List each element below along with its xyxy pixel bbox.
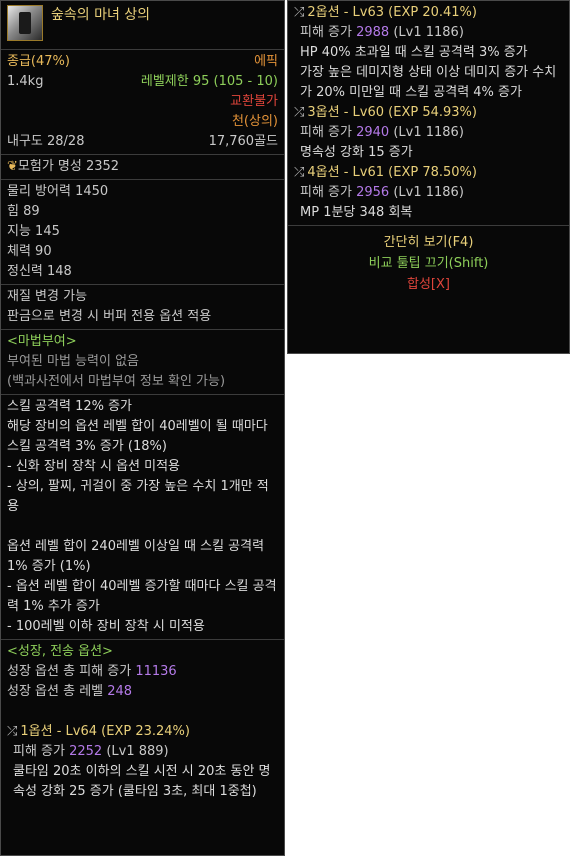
item-weight: 1.4kg [7,74,44,89]
shuffle-icon[interactable]: ⤮ [294,165,304,180]
option-line: - 상의, 팔찌, 귀걸이 중 가장 높은 수치 1개만 적용 [7,479,269,514]
growth-option-1: ⤮ 1옵션 - Lv64 (EXP 23.24%) 피해 증가 2252 (Lv1… [7,722,278,802]
compare-tooltip-toggle[interactable]: 비교 툴팁 끄기(Shift) [294,253,563,274]
item-tooltip: 숲속의 마녀 상의 종급(47%) 에픽 1.4kg 레벨제한 95 (105 … [0,0,285,856]
material-change-line: 재질 변경 가능 [7,289,88,304]
brief-view-button[interactable]: 간단히 보기(F4) [294,232,563,253]
item-price: 17,760골드 [208,134,278,149]
synthesize-button[interactable]: 합성[X] [294,274,563,295]
growth-option-3: ⤮ 3옵션 - Lv60 (EXP 54.93%) 피해 증가 2940 (Lv1… [294,103,563,163]
item-header: 숲속의 마녀 상의 [1,1,284,50]
growth-total-level-value: 248 [107,684,133,699]
growth-option-damage-label: 피해 증가 [300,25,357,40]
stat-strength: 힘 89 [7,204,40,219]
growth-option-damage-label: 피해 증가 [300,125,357,140]
shuffle-icon[interactable]: ⤮ [294,5,304,20]
item-durability: 내구도 28/28 [7,134,85,149]
growth-option-title: 1옵션 - Lv64 (EXP 23.24%) [20,724,190,739]
growth-option-4: ⤮ 4옵션 - Lv61 (EXP 78.50%) 피해 증가 2956 (Lv1… [288,163,569,226]
growth-spacer [7,702,278,722]
growth-option-desc: 명속성 강화 15 증가 [300,145,413,160]
item-tooltip-continued: ⤮ 2옵션 - Lv63 (EXP 20.41%) 피해 증가 2988 (Lv1… [287,0,570,354]
adventurer-fame: ❦모험가 명성 2352 [1,155,284,180]
growth-option-2: ⤮ 2옵션 - Lv63 (EXP 20.41%) 피해 증가 2988 (Lv1… [294,3,563,103]
item-grade: 종급(47%) [7,54,70,69]
growth-total-damage-value: 11136 [135,664,177,679]
stat-intelligence: 지능 145 [7,224,60,239]
growth-option-desc: HP 40% 초과일 때 스킬 공격력 3% 증가 [300,45,528,60]
growth-total-level-label: 성장 옵션 총 레벨 [7,684,108,699]
growth-option-damage-base: (Lv1 1186) [389,125,464,140]
shuffle-icon[interactable]: ⤮ [7,724,17,739]
item-rarity: 에픽 [254,54,278,69]
item-trade-status: 교환불가 [230,94,278,109]
item-name: 숲속의 마녀 상의 [51,7,151,23]
growth-options-continued: ⤮ 2옵션 - Lv63 (EXP 20.41%) 피해 증가 2988 (Lv1… [288,1,569,228]
growth-option-damage-base: (Lv1 1186) [389,25,464,40]
stat-vitality: 체력 90 [7,244,52,259]
option-line: 옵션 레벨 합이 240레벨 이상일 때 스킬 공격력 1% 증가 (1%) [7,539,265,574]
stat-defense: 물리 방어력 1450 [7,184,109,199]
enchant-header: <마법부여> [7,334,77,349]
growth-total-damage-label: 성장 옵션 총 피해 증가 [7,664,136,679]
fame-value: 모험가 명성 2352 [17,159,120,174]
item-basic-info: 종급(47%) 에픽 1.4kg 레벨제한 95 (105 - 10) 교환불가… [1,50,284,155]
growth-section: <성장, 전송 옵션> 성장 옵션 총 피해 증가 11136 성장 옵션 총 … [1,640,284,804]
growth-option-damage-value: 2252 [69,744,103,759]
growth-option-title: 2옵션 - Lv63 (EXP 20.41%) [307,5,477,20]
growth-option-damage-label: 피해 증가 [300,185,357,200]
tooltip-footer: 간단히 보기(F4) 비교 툴팁 끄기(Shift) 합성[X] [288,228,569,299]
option-section: 스킬 공격력 12% 증가 해당 장비의 옵션 레벨 합이 40레벨이 될 때마… [1,395,284,640]
option-spacer [7,517,278,537]
material-change-line: 판금으로 변경 시 버퍼 전용 옵션 적용 [7,309,212,324]
growth-option-damage-base: (Lv1 889) [102,744,169,759]
shuffle-icon[interactable]: ⤮ [294,105,304,120]
option-line: - 100레벨 이하 장비 장착 시 미적용 [7,619,205,634]
option-line: 해당 장비의 옵션 레벨 합이 40레벨이 될 때마다 스킬 공격력 3% 증가… [7,419,268,454]
option-line: - 옵션 레벨 합이 40레벨 증가할 때마다 스킬 공격력 1% 추가 증가 [7,579,277,614]
growth-option-damage-label: 피해 증가 [13,744,70,759]
growth-option-desc: 가장 높은 데미지형 상태 이상 데미지 증가 수치가 20% 미만일 때 스킬… [300,65,557,100]
material-change-section: 재질 변경 가능 판금으로 변경 시 버퍼 전용 옵션 적용 [1,285,284,330]
growth-option-title: 4옵션 - Lv61 (EXP 78.50%) [307,165,477,180]
stat-spirit: 정신력 148 [7,264,72,279]
growth-option-damage-base: (Lv1 1186) [389,185,464,200]
item-material: 천(상의) [231,114,278,129]
stats-section: 물리 방어력 1450 힘 89 지능 145 체력 90 정신력 148 [1,180,284,285]
growth-option-desc: MP 1분당 348 회복 [300,205,413,220]
option-line: - 신화 장비 장착 시 옵션 미적용 [7,459,181,474]
item-icon [7,5,43,41]
growth-option-damage-value: 2940 [356,125,390,140]
growth-option-title: 3옵션 - Lv60 (EXP 54.93%) [307,105,477,120]
growth-option-damage-value: 2956 [356,185,390,200]
growth-option-damage-value: 2988 [356,25,390,40]
option-line: 스킬 공격력 12% 증가 [7,399,133,414]
enchant-hint: (백과사전에서 마법부여 정보 확인 가능) [7,374,226,389]
item-level-limit: 레벨제한 95 (105 - 10) [140,74,278,89]
fame-icon: ❦ [7,159,18,174]
growth-option-desc: 쿨타임 20초 이하의 스킬 시전 시 20초 동안 명속성 강화 25 증가 … [13,764,271,799]
growth-header: <성장, 전송 옵션> [7,644,113,659]
enchant-none: 부여된 마법 능력이 없음 [7,354,139,369]
enchant-section: <마법부여> 부여된 마법 능력이 없음 (백과사전에서 마법부여 정보 확인 … [1,330,284,395]
